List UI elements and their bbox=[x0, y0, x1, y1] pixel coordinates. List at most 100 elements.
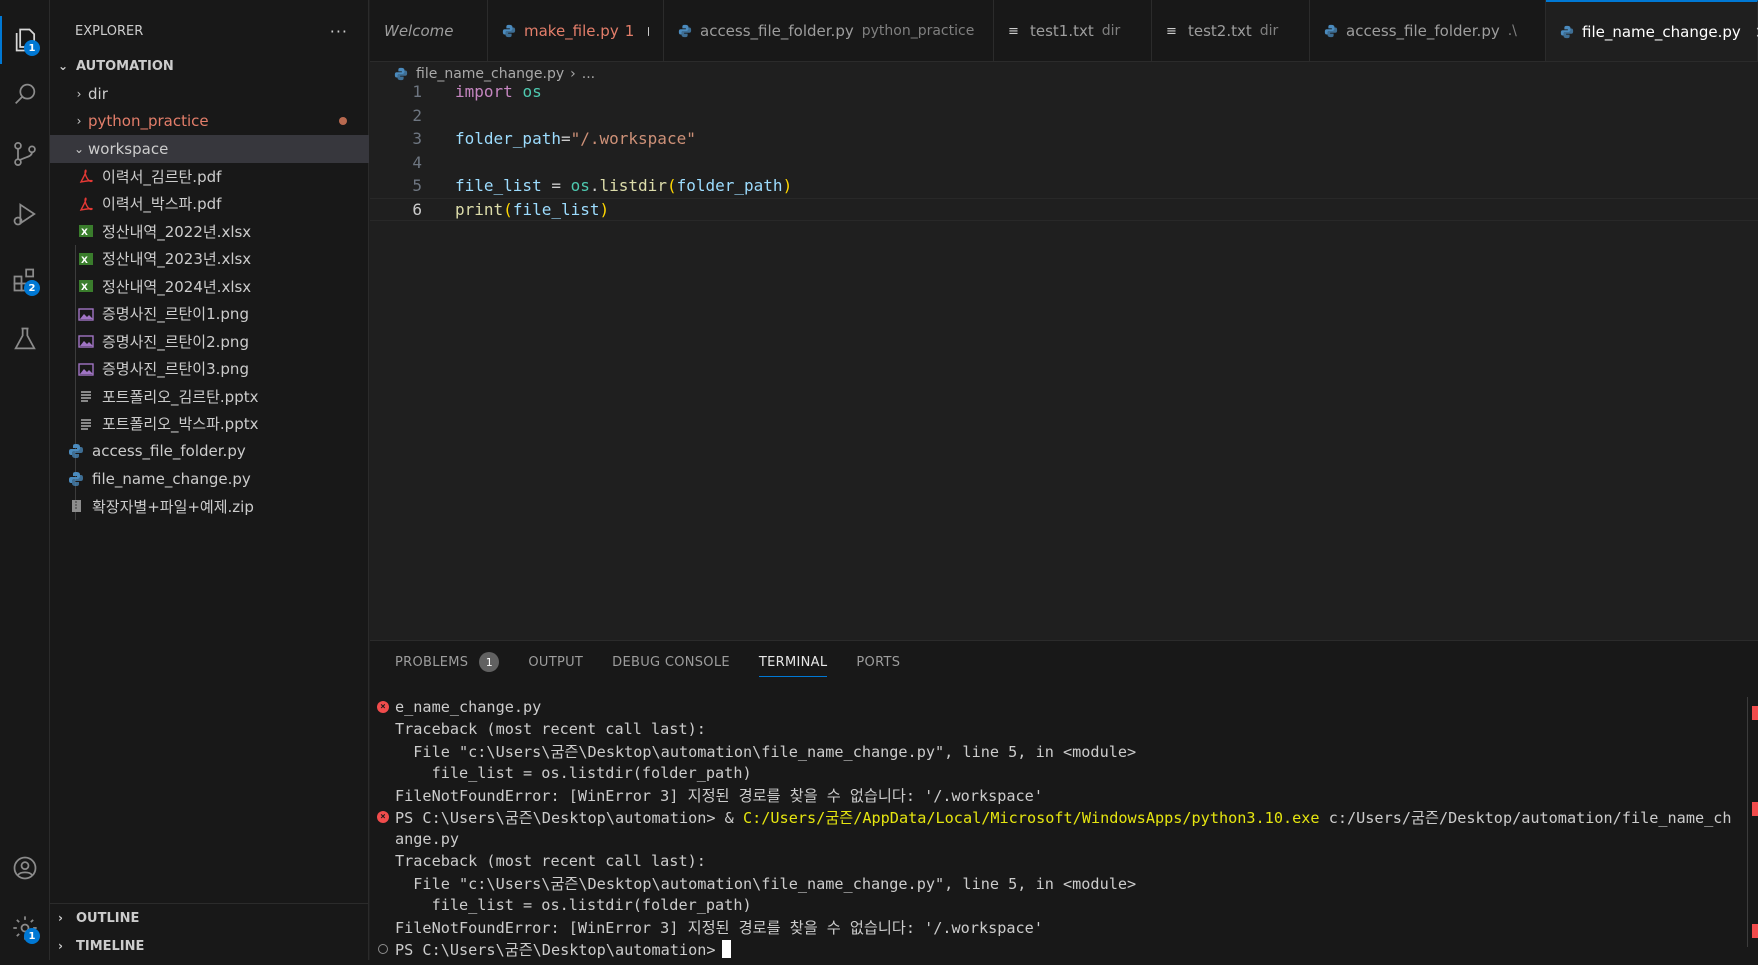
tree-folder-dir[interactable]: › dir bbox=[50, 80, 369, 108]
panel-tabs: PROBLEMS 1 OUTPUT DEBUG CONSOLE TERMINAL… bbox=[370, 641, 1758, 683]
timeline-section-header[interactable]: › TIMELINE bbox=[50, 932, 369, 960]
tree-file-py[interactable]: access_file_folder.py bbox=[50, 438, 369, 466]
text-file-icon bbox=[78, 388, 98, 404]
excel-icon: X bbox=[78, 251, 98, 267]
tree-label: 증명사진_르탄이1.png bbox=[102, 305, 249, 324]
svg-text:X: X bbox=[81, 228, 88, 238]
tab-ports[interactable]: PORTS bbox=[856, 641, 900, 683]
tab-label: OUTPUT bbox=[528, 654, 584, 670]
terminal-prompt-line: PS C:\Users\굼즌\Desktop\automation> bbox=[370, 938, 1740, 960]
tree-label: 정산내역_2022년.xlsx bbox=[102, 222, 252, 241]
code-line: 2 bbox=[370, 104, 1758, 128]
tree-file-zip[interactable]: 확장자별+파일+예제.zip bbox=[50, 493, 369, 521]
code-line: 3 folder_path="/.workspace" bbox=[370, 127, 1758, 151]
tab-problems[interactable]: PROBLEMS 1 bbox=[395, 641, 500, 683]
run-debug-icon[interactable] bbox=[0, 190, 50, 238]
tab-test2[interactable]: ≡ test2.txt dir bbox=[1152, 0, 1310, 61]
tree-file-pdf[interactable]: 이력서_박스파.pdf bbox=[50, 190, 369, 218]
zip-icon bbox=[68, 498, 88, 514]
tree-label: 정산내역_2024년.xlsx bbox=[102, 277, 252, 296]
extensions-icon[interactable]: 2 bbox=[0, 256, 50, 304]
image-icon bbox=[78, 361, 98, 377]
tab-access-file-folder-python-practice[interactable]: access_file_folder.py python_practice bbox=[664, 0, 994, 61]
terminal-output[interactable]: × e_name_change.py Traceback (most recent… bbox=[370, 696, 1740, 960]
tab-access-file-folder-root[interactable]: access_file_folder.py .\ bbox=[1310, 0, 1546, 61]
code-text: folder_path="/.workspace" bbox=[455, 129, 696, 149]
tree-file-pptx[interactable]: 포트폴리오_김르탄.pptx bbox=[50, 383, 369, 411]
tree-file-png[interactable]: 증명사진_르탄이3.png bbox=[50, 355, 369, 383]
line-number: 5 bbox=[412, 176, 422, 196]
workspace-title: AUTOMATION bbox=[76, 58, 174, 74]
more-actions-icon[interactable]: ··· bbox=[330, 22, 348, 41]
terminal-line: Traceback (most recent call last): bbox=[395, 852, 706, 870]
svg-text:X: X bbox=[81, 283, 88, 293]
tree-label: 이력서_박스파.pdf bbox=[102, 195, 222, 214]
settings-badge: 1 bbox=[24, 928, 40, 944]
code-line: 4 bbox=[370, 151, 1758, 175]
tab-label: TERMINAL bbox=[758, 654, 828, 670]
tab-debug-console[interactable]: DEBUG CONSOLE bbox=[612, 641, 730, 683]
source-control-icon[interactable] bbox=[0, 130, 50, 178]
outline-title: OUTLINE bbox=[76, 910, 140, 926]
tab-file-name-change[interactable]: file_name_change.py ✕ bbox=[1546, 0, 1758, 61]
tree-label: 정산내역_2023년.xlsx bbox=[102, 250, 252, 269]
code-text: print(file_list) bbox=[455, 199, 610, 219]
tree-label: 확장자별+파일+예제.zip bbox=[92, 497, 254, 516]
tab-label: DEBUG CONSOLE bbox=[612, 654, 730, 670]
line-number: 6 bbox=[412, 199, 422, 219]
tree-file-png[interactable]: 증명사진_르탄이2.png bbox=[50, 328, 369, 356]
line-number: 1 bbox=[412, 82, 422, 102]
tab-description: dir bbox=[1101, 23, 1121, 39]
tree-label: 포트폴리오_박스파.pptx bbox=[102, 415, 259, 434]
tree-label: 증명사진_르탄이2.png bbox=[102, 332, 249, 351]
code-text: import os bbox=[455, 82, 542, 102]
code-text: file_list = os.listdir(folder_path) bbox=[455, 176, 793, 196]
search-icon[interactable] bbox=[0, 70, 50, 118]
pdf-icon bbox=[78, 196, 98, 212]
image-icon bbox=[78, 306, 98, 322]
outline-section-header[interactable]: › OUTLINE bbox=[50, 904, 369, 932]
line-number: 2 bbox=[412, 105, 422, 125]
tree-file-xlsx[interactable]: X 정산내역_2023년.xlsx bbox=[50, 245, 369, 273]
python-icon bbox=[678, 24, 692, 38]
tree-file-png[interactable]: 증명사진_르탄이1.png bbox=[50, 300, 369, 328]
tree-label: dir bbox=[88, 84, 108, 103]
tree-label: 이력서_김르탄.pdf bbox=[102, 167, 222, 186]
tree-file-pdf[interactable]: 이력서_김르탄.pdf bbox=[50, 163, 369, 191]
tab-label: PROBLEMS bbox=[395, 654, 469, 670]
tree-file-xlsx[interactable]: X 정산내역_2022년.xlsx bbox=[50, 218, 369, 246]
tab-welcome[interactable]: Welcome bbox=[370, 0, 488, 61]
explorer-icon[interactable]: 1 bbox=[0, 16, 50, 64]
explorer-header: EXPLORER ··· bbox=[50, 0, 368, 62]
settings-gear-icon[interactable]: 1 bbox=[0, 904, 50, 952]
terminal-scrollbar[interactable] bbox=[1747, 697, 1748, 947]
tab-make-file[interactable]: make_file.py 1 bbox=[488, 0, 664, 61]
workspace-section-header[interactable]: ⌄ AUTOMATION bbox=[50, 54, 369, 78]
chevron-right-icon: › bbox=[58, 911, 63, 925]
bottom-sections: › OUTLINE › TIMELINE bbox=[50, 903, 369, 960]
terminal-line: file_list = os.listdir(folder_path) bbox=[395, 896, 752, 914]
tree-file-xlsx[interactable]: X 정산내역_2024년.xlsx bbox=[50, 273, 369, 301]
terminal-line: Traceback (most recent call last): bbox=[395, 720, 706, 738]
terminal-line: ange.py bbox=[395, 830, 460, 848]
terminal-line: FileNotFoundError: [WinError 3] 지정된 경로를 … bbox=[395, 919, 1043, 937]
code-editor[interactable]: 1 import os 2 3 folder_path="/.workspace… bbox=[370, 80, 1758, 640]
chevron-right-icon: › bbox=[76, 86, 82, 101]
tab-description: .\ bbox=[1507, 23, 1517, 39]
tree-folder-workspace[interactable]: ⌄ workspace bbox=[50, 135, 369, 163]
tree-file-pptx[interactable]: 포트폴리오_박스파.pptx bbox=[50, 410, 369, 438]
tree-file-py[interactable]: file_name_change.py bbox=[50, 465, 369, 493]
tab-test1[interactable]: ≡ test1.txt dir bbox=[994, 0, 1152, 61]
file-tree: › dir › python_practice ⌄ workspace 이력서_… bbox=[50, 80, 369, 520]
command-status-icon bbox=[378, 944, 388, 954]
account-icon[interactable] bbox=[0, 844, 50, 892]
testing-icon[interactable] bbox=[0, 315, 50, 363]
tree-label: workspace bbox=[88, 139, 169, 158]
tab-output[interactable]: OUTPUT bbox=[528, 641, 583, 683]
tab-terminal[interactable]: TERMINAL bbox=[758, 641, 828, 683]
unsaved-dot-icon[interactable] bbox=[648, 26, 649, 36]
python-icon bbox=[1324, 24, 1338, 38]
explorer-title: EXPLORER bbox=[75, 23, 144, 39]
problems-count-badge: 1 bbox=[479, 652, 500, 672]
tree-folder-python-practice[interactable]: › python_practice bbox=[50, 108, 369, 136]
